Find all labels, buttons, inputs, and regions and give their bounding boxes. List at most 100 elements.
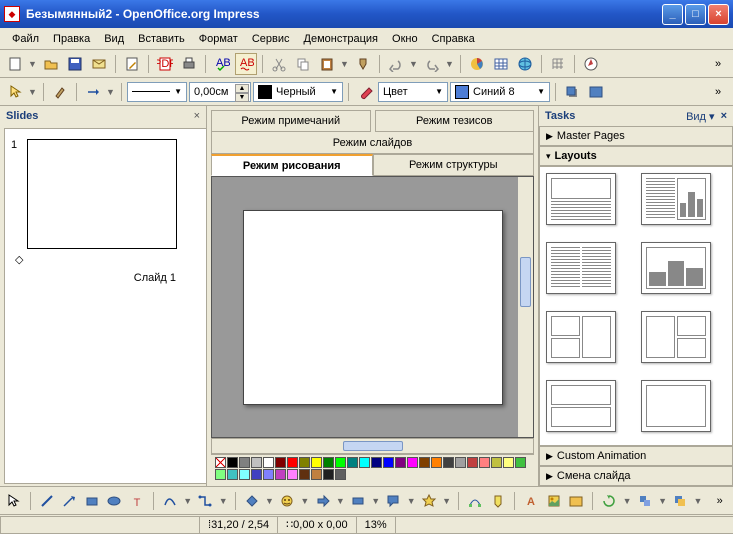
ellipse-tool[interactable] — [105, 490, 124, 512]
color-swatch[interactable] — [335, 457, 346, 468]
color-swatch[interactable] — [323, 469, 334, 480]
color-swatch[interactable] — [431, 457, 442, 468]
block-arrows-tool[interactable] — [313, 490, 332, 512]
menu-view[interactable]: Вид — [98, 31, 130, 47]
stars-tool[interactable] — [420, 490, 439, 512]
select-tool[interactable] — [4, 490, 23, 512]
paste-dropdown[interactable]: ▼ — [340, 59, 350, 69]
color-swatch[interactable] — [455, 457, 466, 468]
section-layouts[interactable]: ▾Layouts — [539, 146, 733, 166]
redo-button[interactable] — [421, 53, 443, 75]
horizontal-scrollbar[interactable] — [211, 438, 534, 454]
rotate-tool[interactable] — [600, 490, 619, 512]
color-swatch[interactable] — [335, 469, 346, 480]
chart-button[interactable] — [466, 53, 488, 75]
layout-thumb[interactable] — [546, 311, 616, 363]
menu-edit[interactable]: Правка — [47, 31, 96, 47]
layout-thumb[interactable] — [641, 242, 711, 294]
fontwork-tool[interactable]: A — [522, 490, 541, 512]
line-arrow-tool[interactable] — [60, 490, 79, 512]
maximize-button[interactable]: □ — [685, 4, 706, 25]
undo-dropdown[interactable]: ▼ — [409, 59, 419, 69]
slides-list[interactable]: 1 ◇ Слайд 1 — [4, 128, 206, 484]
color-swatch[interactable] — [287, 457, 298, 468]
color-swatch[interactable] — [275, 457, 286, 468]
color-swatch[interactable] — [515, 457, 526, 468]
tasks-view-menu[interactable]: Вид ▾ — [686, 110, 714, 123]
color-swatch[interactable] — [503, 457, 514, 468]
export-pdf-button[interactable]: PDF — [154, 53, 176, 75]
glue-tool[interactable] — [488, 490, 507, 512]
from-file-tool[interactable] — [544, 490, 563, 512]
email-button[interactable] — [88, 53, 110, 75]
color-swatch[interactable] — [491, 457, 502, 468]
area-button[interactable] — [354, 81, 376, 103]
minimize-button[interactable]: _ — [662, 4, 683, 25]
points-tool[interactable] — [466, 490, 485, 512]
color-swatch[interactable] — [443, 457, 454, 468]
status-zoom[interactable]: 13% — [356, 516, 396, 534]
layout-thumb[interactable] — [641, 380, 711, 432]
slide-canvas[interactable] — [243, 210, 503, 405]
format-paintbrush-button[interactable] — [352, 53, 374, 75]
color-swatch[interactable] — [215, 469, 226, 480]
no-color-swatch[interactable] — [215, 457, 226, 468]
menu-insert[interactable]: Вставить — [132, 31, 191, 47]
curve-tool[interactable] — [161, 490, 180, 512]
callouts-tool[interactable] — [384, 490, 403, 512]
line-width-input[interactable]: 0,00см▲▼ — [189, 82, 251, 102]
layout-thumb[interactable] — [641, 173, 711, 225]
line-style-select[interactable]: ▼ — [127, 82, 187, 102]
tab-handout[interactable]: Режим тезисов — [375, 110, 535, 132]
color-swatch[interactable] — [227, 469, 238, 480]
redo-dropdown[interactable]: ▼ — [445, 59, 455, 69]
color-swatch[interactable] — [239, 457, 250, 468]
connector-tool[interactable] — [196, 490, 215, 512]
menu-window[interactable]: Окно — [386, 31, 424, 47]
color-swatch[interactable] — [311, 457, 322, 468]
cut-button[interactable] — [268, 53, 290, 75]
section-master-pages[interactable]: ▶Master Pages — [539, 126, 733, 146]
color-swatch[interactable] — [467, 457, 478, 468]
drawing-toolbar-overflow[interactable]: » — [710, 490, 729, 512]
color-swatch[interactable] — [287, 469, 298, 480]
layout-thumb[interactable] — [546, 242, 616, 294]
fill-color-select[interactable]: Синий 8 ▼ — [450, 82, 550, 102]
color-swatch[interactable] — [299, 469, 310, 480]
color-swatch[interactable] — [383, 457, 394, 468]
align-tool[interactable] — [636, 490, 655, 512]
new-button[interactable] — [4, 53, 26, 75]
arrow-style-button[interactable] — [82, 81, 104, 103]
color-swatch[interactable] — [347, 457, 358, 468]
text-tool[interactable]: T — [127, 490, 146, 512]
slides-pane-close[interactable]: × — [194, 110, 200, 122]
toolbar-overflow-2[interactable]: » — [707, 81, 729, 103]
tab-normal[interactable]: Режим слайдов — [211, 132, 534, 154]
slide-thumbnail[interactable] — [27, 139, 177, 249]
tab-outline[interactable]: Режим структуры — [373, 154, 535, 176]
color-swatch[interactable] — [359, 457, 370, 468]
color-swatch[interactable] — [263, 469, 274, 480]
close-button[interactable]: × — [708, 4, 729, 25]
color-swatch[interactable] — [251, 469, 262, 480]
table-button[interactable] — [490, 53, 512, 75]
menu-format[interactable]: Формат — [193, 31, 244, 47]
save-button[interactable] — [64, 53, 86, 75]
layout-thumb[interactable] — [641, 311, 711, 363]
arrange-tool[interactable] — [671, 490, 690, 512]
edit-doc-button[interactable] — [121, 53, 143, 75]
slide-design-button[interactable] — [585, 81, 607, 103]
color-swatch[interactable] — [299, 457, 310, 468]
section-slide-transition[interactable]: ▶Смена слайда — [539, 466, 733, 486]
color-swatch[interactable] — [419, 457, 430, 468]
line-color-select[interactable]: Черный ▼ — [253, 82, 343, 102]
color-swatch[interactable] — [275, 469, 286, 480]
print-button[interactable] — [178, 53, 200, 75]
symbol-shapes-tool[interactable] — [278, 490, 297, 512]
color-swatch[interactable] — [395, 457, 406, 468]
tab-notes[interactable]: Режим примечаний — [211, 110, 371, 132]
rectangle-tool[interactable] — [82, 490, 101, 512]
menu-slideshow[interactable]: Демонстрация — [298, 31, 385, 47]
color-swatch[interactable] — [251, 457, 262, 468]
pen-button[interactable] — [49, 81, 71, 103]
